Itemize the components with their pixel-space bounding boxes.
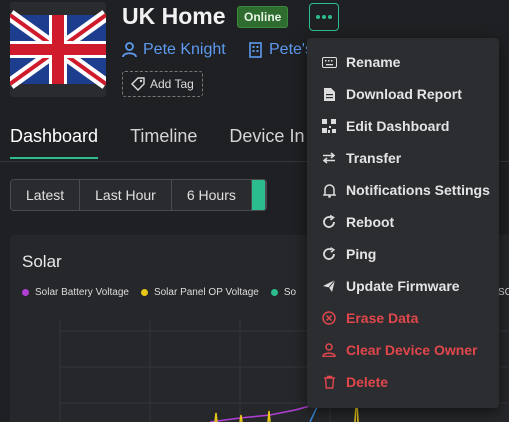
menu-item-update-firmware[interactable]: Update Firmware: [307, 270, 499, 302]
menu-item-label: Download Report: [346, 86, 462, 102]
legend-item[interactable]: Solar Panel OP Voltage: [140, 287, 259, 298]
menu-item-notifications-settings[interactable]: Notifications Settings: [307, 174, 499, 206]
menu-item-download-report[interactable]: Download Report: [307, 78, 499, 110]
menu-item-clear-device-owner[interactable]: Clear Device Owner: [307, 334, 499, 366]
legend-label: Solar Panel OP Voltage: [153, 287, 259, 298]
menu-item-label: Reboot: [346, 214, 395, 230]
menu-item-label: Delete: [346, 374, 389, 390]
menu-item-erase-data[interactable]: Erase Data: [307, 302, 499, 334]
trash-icon: [321, 375, 337, 389]
menu-item-ping[interactable]: Ping: [307, 238, 499, 270]
transfer-icon: [321, 152, 337, 164]
tag-icon: [131, 77, 145, 91]
tab-dashboard[interactable]: Dashboard: [10, 126, 99, 159]
dot-icon: [322, 15, 326, 19]
send-icon: [321, 279, 337, 293]
menu-item-label: Notifications Settings: [346, 182, 490, 198]
add-tag-label: Add Tag: [150, 77, 194, 91]
legend-dot-icon: [140, 289, 148, 296]
time-range-selector: Latest Last Hour 6 Hours: [10, 179, 267, 211]
range-6-hours-button[interactable]: 6 Hours: [171, 180, 252, 210]
legend-dot-icon: [22, 289, 29, 296]
owner-link[interactable]: Pete Knight: [122, 41, 226, 59]
bell-icon: [321, 183, 337, 198]
building-icon: [249, 42, 262, 58]
device-flag-image: [10, 2, 106, 97]
owner-name: Pete Knight: [143, 41, 226, 58]
keyboard-icon: [321, 56, 337, 68]
erase-icon: [321, 311, 337, 325]
dot-icon: [328, 15, 332, 19]
status-badge: Online: [237, 6, 289, 28]
tab-timeline[interactable]: Timeline: [130, 126, 197, 159]
tab-bar: Dashboard Timeline Device In: [10, 126, 336, 159]
user-icon: [122, 42, 137, 58]
dot-icon: [316, 15, 320, 19]
legend-dot-icon: [270, 289, 278, 296]
menu-item-label: Rename: [346, 54, 401, 70]
document-icon: [321, 87, 337, 102]
menu-item-label: Update Firmware: [346, 278, 460, 294]
legend-overflow-label: SC: [498, 287, 509, 298]
user-icon: [321, 343, 337, 357]
tab-device-info[interactable]: Device In: [229, 126, 304, 159]
reboot-icon: [321, 215, 337, 229]
menu-item-delete[interactable]: Delete: [307, 366, 499, 398]
range-latest-button[interactable]: Latest: [11, 180, 81, 210]
menu-item-label: Clear Device Owner: [346, 342, 478, 358]
legend-item[interactable]: Solar Battery Voltage: [22, 287, 129, 298]
menu-item-label: Transfer: [346, 150, 402, 166]
uk-flag-icon: [10, 2, 106, 97]
add-tag-button[interactable]: Add Tag: [122, 71, 203, 97]
device-actions-menu: Rename Download Report Edit Dashboard Tr…: [307, 38, 499, 408]
legend-label: Solar Battery Voltage: [35, 287, 129, 298]
chart-legend: Solar Battery Voltage Solar Panel OP Vol…: [22, 287, 296, 298]
more-options-button[interactable]: [309, 3, 339, 31]
menu-item-transfer[interactable]: Transfer: [307, 142, 499, 174]
menu-item-label: Erase Data: [346, 310, 419, 326]
menu-item-edit-dashboard[interactable]: Edit Dashboard: [307, 110, 499, 142]
menu-item-label: Ping: [346, 246, 377, 262]
menu-item-label: Edit Dashboard: [346, 118, 450, 134]
range-active-button[interactable]: [251, 180, 266, 210]
org-link[interactable]: Pete's: [248, 41, 313, 59]
legend-label: So: [283, 287, 297, 298]
ping-icon: [321, 247, 337, 261]
device-title: UK Home: [122, 3, 226, 29]
legend-item[interactable]: So: [270, 287, 297, 298]
range-last-hour-button[interactable]: Last Hour: [80, 180, 172, 210]
qr-icon: [321, 119, 337, 133]
menu-item-reboot[interactable]: Reboot: [307, 206, 499, 238]
menu-item-rename[interactable]: Rename: [307, 46, 499, 78]
panel-title: Solar: [22, 252, 62, 271]
